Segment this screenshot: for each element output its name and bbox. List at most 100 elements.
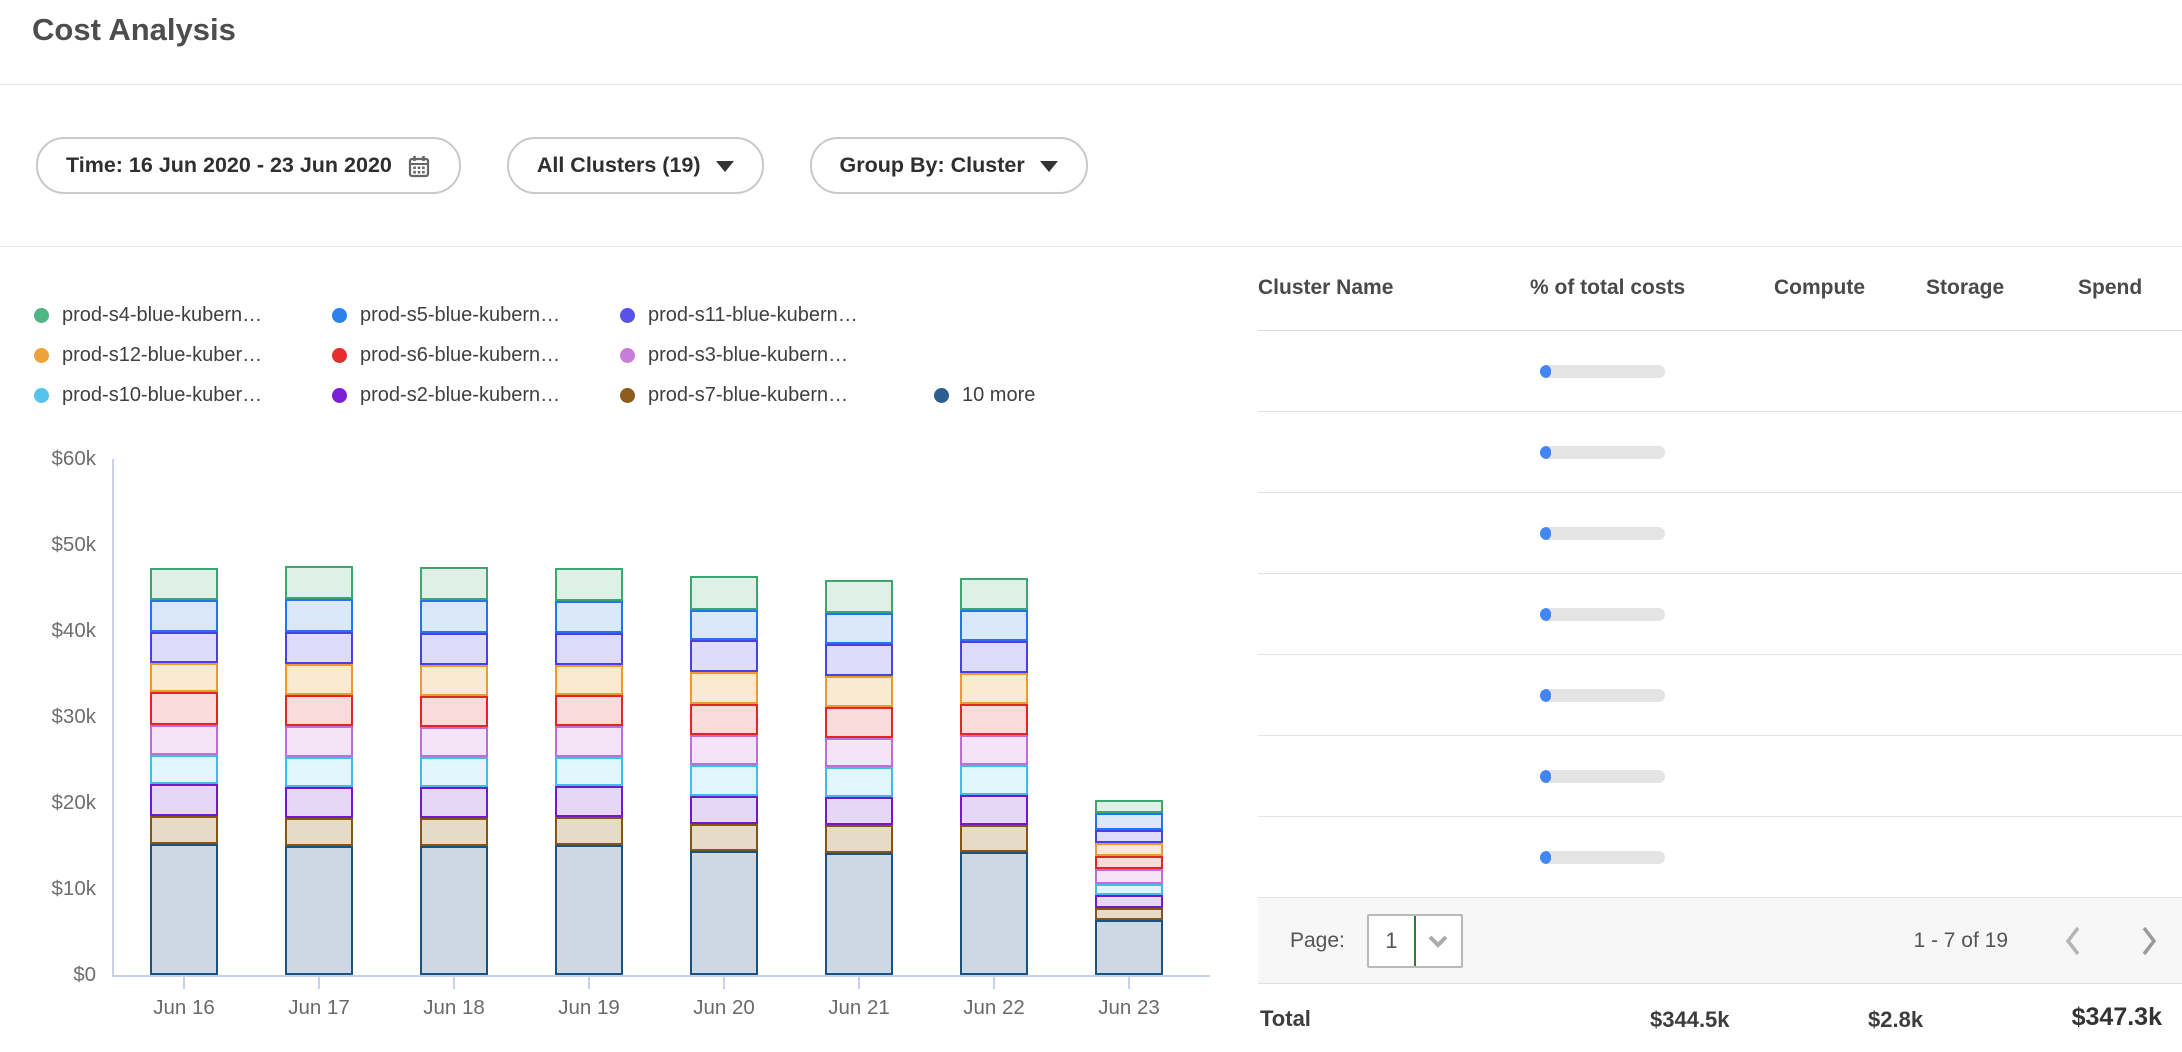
bar-segment[interactable] (285, 726, 353, 756)
bar-segment[interactable] (150, 600, 218, 632)
legend-item[interactable]: prod-s2-blue-kubern… (332, 384, 620, 407)
clusters-filter-dropdown[interactable]: All Clusters (19) (507, 137, 764, 194)
bar-segment[interactable] (285, 664, 353, 695)
bar-segment[interactable] (285, 599, 353, 632)
bar-segment[interactable] (690, 851, 758, 975)
bar-segment[interactable] (1095, 800, 1163, 814)
bar-segment[interactable] (150, 816, 218, 844)
bar-segment[interactable] (825, 707, 893, 738)
bar-segment[interactable] (690, 576, 758, 610)
legend-item-more[interactable]: 10 more (934, 384, 1035, 407)
bar-segment[interactable] (285, 695, 353, 727)
bar-segment[interactable] (1095, 830, 1163, 843)
bar-segment[interactable] (555, 817, 623, 845)
bar-segment[interactable] (960, 735, 1028, 765)
stacked-bar-jun-19[interactable] (555, 568, 623, 975)
bar-segment[interactable] (420, 600, 488, 633)
bar-segment[interactable] (555, 786, 623, 817)
legend-item[interactable]: prod-s11-blue-kubern… (620, 304, 934, 327)
bar-segment[interactable] (555, 568, 623, 601)
bar-segment[interactable] (825, 825, 893, 853)
legend-item[interactable]: prod-s3-blue-kubern… (620, 344, 934, 367)
bar-segment[interactable] (285, 757, 353, 787)
bar-segment[interactable] (1095, 856, 1163, 869)
bar-segment[interactable] (1095, 920, 1163, 975)
bar-segment[interactable] (150, 755, 218, 784)
stacked-bar-jun-16[interactable] (150, 568, 218, 975)
time-range-filter[interactable]: Time: 16 Jun 2020 - 23 Jun 2020 (36, 137, 461, 194)
bar-segment[interactable] (825, 738, 893, 767)
bar-segment[interactable] (420, 787, 488, 818)
bar-segment[interactable] (150, 568, 218, 600)
bar-segment[interactable] (285, 818, 353, 846)
bar-segment[interactable] (960, 852, 1028, 975)
bar-segment[interactable] (150, 784, 218, 816)
bar-segment[interactable] (825, 580, 893, 613)
bar-segment[interactable] (1095, 813, 1163, 829)
bar-segment[interactable] (420, 757, 488, 786)
bar-segment[interactable] (825, 644, 893, 676)
stacked-bar-jun-22[interactable] (960, 578, 1028, 975)
bar-segment[interactable] (825, 676, 893, 707)
bar-segment[interactable] (285, 787, 353, 818)
bar-segment[interactable] (690, 765, 758, 796)
bar-segment[interactable] (690, 735, 758, 765)
group-by-dropdown[interactable]: Group By: Cluster (810, 137, 1088, 194)
bar-segment[interactable] (690, 610, 758, 640)
bar-segment[interactable] (555, 601, 623, 633)
bar-segment[interactable] (420, 818, 488, 846)
bar-segment[interactable] (1095, 884, 1163, 895)
bar-segment[interactable] (1095, 895, 1163, 908)
bar-segment[interactable] (420, 567, 488, 600)
bar-segment[interactable] (555, 695, 623, 727)
bar-segment[interactable] (960, 825, 1028, 853)
bar-segment[interactable] (1095, 869, 1163, 884)
stacked-bar-jun-18[interactable] (420, 567, 488, 975)
bar-segment[interactable] (960, 610, 1028, 641)
bar-segment[interactable] (285, 566, 353, 599)
bar-segment[interactable] (555, 665, 623, 695)
legend-item[interactable]: prod-s4-blue-kubern… (34, 304, 332, 327)
page-select[interactable]: 1 (1367, 914, 1463, 968)
bar-segment[interactable] (960, 765, 1028, 795)
bar-segment[interactable] (960, 795, 1028, 824)
bar-segment[interactable] (285, 632, 353, 664)
legend-item[interactable]: prod-s7-blue-kubern… (620, 384, 934, 407)
bar-segment[interactable] (960, 704, 1028, 735)
bar-segment[interactable] (555, 726, 623, 756)
bar-segment[interactable] (690, 796, 758, 824)
bar-segment[interactable] (690, 704, 758, 735)
bar-segment[interactable] (420, 846, 488, 975)
bar-segment[interactable] (285, 846, 353, 975)
bar-segment[interactable] (1095, 908, 1163, 920)
bar-segment[interactable] (825, 797, 893, 825)
next-page-button[interactable] (2134, 921, 2164, 961)
bar-segment[interactable] (420, 665, 488, 696)
bar-segment[interactable] (690, 640, 758, 673)
bar-segment[interactable] (555, 633, 623, 665)
previous-page-button[interactable] (2058, 921, 2088, 961)
stacked-bar-jun-23[interactable] (1095, 800, 1163, 975)
bar-segment[interactable] (150, 844, 218, 975)
bar-segment[interactable] (420, 696, 488, 728)
legend-item[interactable]: prod-s6-blue-kubern… (332, 344, 620, 367)
stacked-bar-jun-21[interactable] (825, 580, 893, 975)
legend-item[interactable]: prod-s5-blue-kubern… (332, 304, 620, 327)
bar-segment[interactable] (420, 633, 488, 665)
bar-segment[interactable] (150, 663, 218, 692)
bar-segment[interactable] (555, 757, 623, 786)
bar-segment[interactable] (960, 673, 1028, 704)
stacked-bar-jun-17[interactable] (285, 566, 353, 975)
bar-segment[interactable] (1095, 843, 1163, 857)
bar-segment[interactable] (825, 613, 893, 644)
bar-segment[interactable] (690, 824, 758, 852)
bar-segment[interactable] (825, 853, 893, 975)
bar-segment[interactable] (420, 727, 488, 757)
bar-segment[interactable] (960, 641, 1028, 673)
bar-segment[interactable] (960, 578, 1028, 611)
bar-segment[interactable] (555, 845, 623, 975)
bar-segment[interactable] (150, 692, 218, 725)
legend-item[interactable]: prod-s12-blue-kuber… (34, 344, 332, 367)
bar-segment[interactable] (150, 632, 218, 663)
legend-item[interactable]: prod-s10-blue-kuber… (34, 384, 332, 407)
